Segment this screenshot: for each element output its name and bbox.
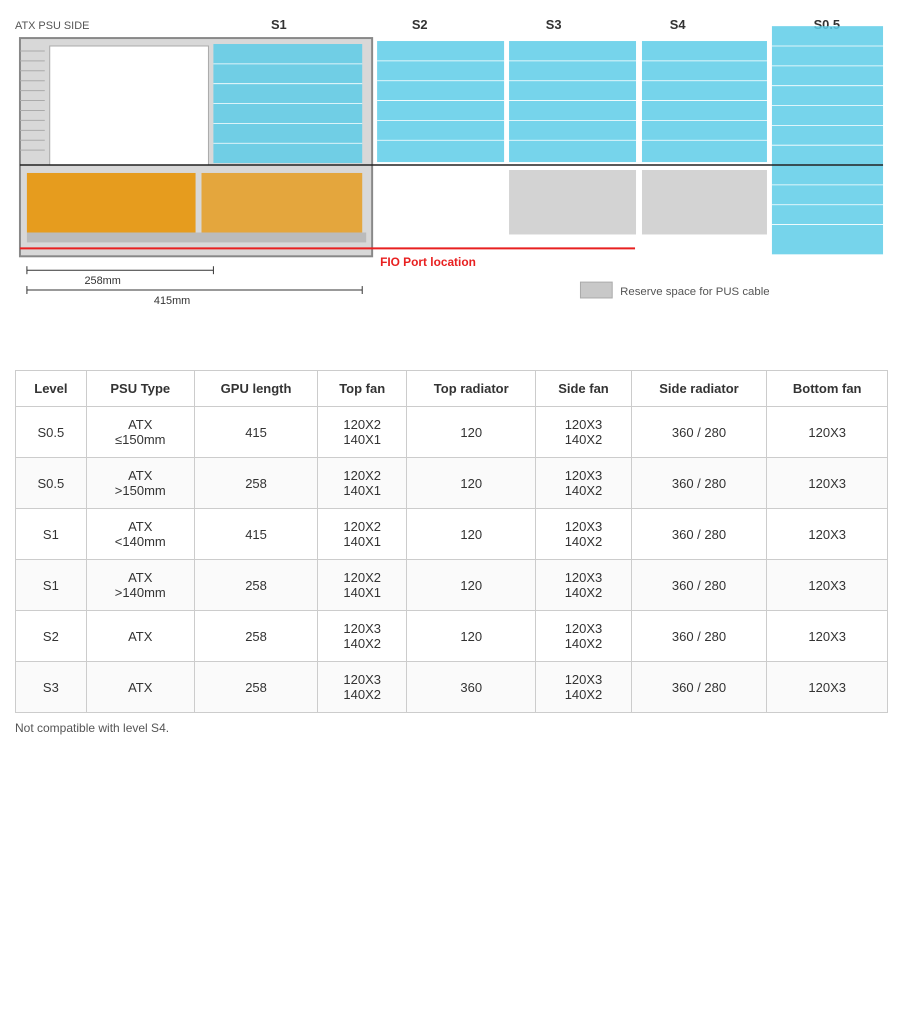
table-cell: ATX ≤150mm — [86, 407, 194, 458]
table-cell: 120 — [407, 458, 536, 509]
table-cell: 120X3 140X2 — [318, 611, 407, 662]
diagram-section: ATX PSU SIDE S1 S2 S3 S4 S0.5 — [15, 10, 888, 350]
table-cell: ATX <140mm — [86, 509, 194, 560]
label-s2: S2 — [412, 17, 428, 32]
table-cell: 120X3 — [767, 509, 888, 560]
label-s1: S1 — [271, 17, 287, 32]
table-cell: ATX >150mm — [86, 458, 194, 509]
table-cell: 120X2 140X1 — [318, 407, 407, 458]
s2-bottom-block — [509, 170, 636, 234]
col-top-fan: Top fan — [318, 371, 407, 407]
fio-label: FIO Port location — [380, 255, 476, 269]
atx-bottom-strip — [27, 232, 366, 242]
table-cell: ATX >140mm — [86, 560, 194, 611]
label-s3: S3 — [546, 17, 562, 32]
table-cell: S2 — [16, 611, 87, 662]
table-cell: 258 — [194, 560, 318, 611]
table-row: S0.5ATX ≤150mm415120X2 140X1120120X3 140… — [16, 407, 888, 458]
col-psu-type: PSU Type — [86, 371, 194, 407]
table-cell: 120X3 140X2 — [536, 662, 631, 713]
table-cell: S0.5 — [16, 407, 87, 458]
table-cell: 360 / 280 — [631, 407, 767, 458]
table-note: Not compatible with level S4. — [15, 721, 888, 735]
table-cell: 120X3 — [767, 407, 888, 458]
legend-label: Reserve space for PUS cable — [620, 286, 769, 298]
table-cell: 120X3 140X2 — [536, 407, 631, 458]
table-row: S1ATX <140mm415120X2 140X1120120X3 140X2… — [16, 509, 888, 560]
table-cell: 415 — [194, 509, 318, 560]
table-cell: 120X3 140X2 — [536, 458, 631, 509]
table-cell: 120X3 — [767, 611, 888, 662]
table-cell: 258 — [194, 458, 318, 509]
table-cell: 120X3 — [767, 458, 888, 509]
col-side-fan: Side fan — [536, 371, 631, 407]
s2-top-block — [509, 41, 636, 162]
table-row: S1ATX >140mm258120X2 140X1120120X3 140X2… — [16, 560, 888, 611]
s05-block — [772, 26, 883, 254]
table-cell: 258 — [194, 662, 318, 713]
table-cell: 120 — [407, 560, 536, 611]
s3-top-block — [642, 41, 767, 162]
table-cell: 120 — [407, 407, 536, 458]
legend-box — [580, 282, 612, 298]
table-cell: 120X3 — [767, 560, 888, 611]
motherboard-area — [50, 46, 209, 165]
table-cell: 120X3 140X2 — [536, 611, 631, 662]
table-cell: 120X2 140X1 — [318, 509, 407, 560]
table-cell: S3 — [16, 662, 87, 713]
col-bottom-fan: Bottom fan — [767, 371, 888, 407]
table-header-row: Level PSU Type GPU length Top fan Top ra… — [16, 371, 888, 407]
table-row: S3ATX258120X3 140X2360120X3 140X2360 / 2… — [16, 662, 888, 713]
meas-258-label: 258mm — [84, 275, 120, 287]
table-cell: 120 — [407, 509, 536, 560]
table-cell: 360 / 280 — [631, 560, 767, 611]
table-row: S2ATX258120X3 140X2120120X3 140X2360 / 2… — [16, 611, 888, 662]
table-cell: 120 — [407, 611, 536, 662]
table-row: S0.5ATX >150mm258120X2 140X1120120X3 140… — [16, 458, 888, 509]
table-cell: 360 / 280 — [631, 458, 767, 509]
compatibility-table: Level PSU Type GPU length Top fan Top ra… — [15, 370, 888, 713]
table-cell: ATX — [86, 611, 194, 662]
table-cell: 360 — [407, 662, 536, 713]
table-cell: 120X2 140X1 — [318, 458, 407, 509]
psu-right — [202, 173, 363, 233]
s3-bottom-block — [642, 170, 767, 234]
table-section: Level PSU Type GPU length Top fan Top ra… — [15, 370, 888, 735]
table-cell: S1 — [16, 509, 87, 560]
table-cell: S1 — [16, 560, 87, 611]
table-cell: 120X3 — [767, 662, 888, 713]
table-cell: 415 — [194, 407, 318, 458]
psu-left — [27, 173, 196, 233]
meas-415-label: 415mm — [154, 295, 190, 307]
col-side-radiator: Side radiator — [631, 371, 767, 407]
table-cell: 120X3 140X2 — [318, 662, 407, 713]
table-cell: 360 / 280 — [631, 509, 767, 560]
label-atx: ATX PSU SIDE — [15, 20, 89, 32]
table-cell: 120X3 140X2 — [536, 560, 631, 611]
table-cell: 120X3 140X2 — [536, 509, 631, 560]
table-cell: ATX — [86, 662, 194, 713]
col-gpu-length: GPU length — [194, 371, 318, 407]
label-s4: S4 — [670, 17, 687, 32]
table-cell: S0.5 — [16, 458, 87, 509]
s1-block — [377, 41, 504, 162]
col-level: Level — [16, 371, 87, 407]
table-cell: 120X2 140X1 — [318, 560, 407, 611]
diagram-svg: ATX PSU SIDE S1 S2 S3 S4 S0.5 — [15, 10, 888, 330]
table-cell: 258 — [194, 611, 318, 662]
table-cell: 360 / 280 — [631, 662, 767, 713]
col-top-radiator: Top radiator — [407, 371, 536, 407]
table-cell: 360 / 280 — [631, 611, 767, 662]
